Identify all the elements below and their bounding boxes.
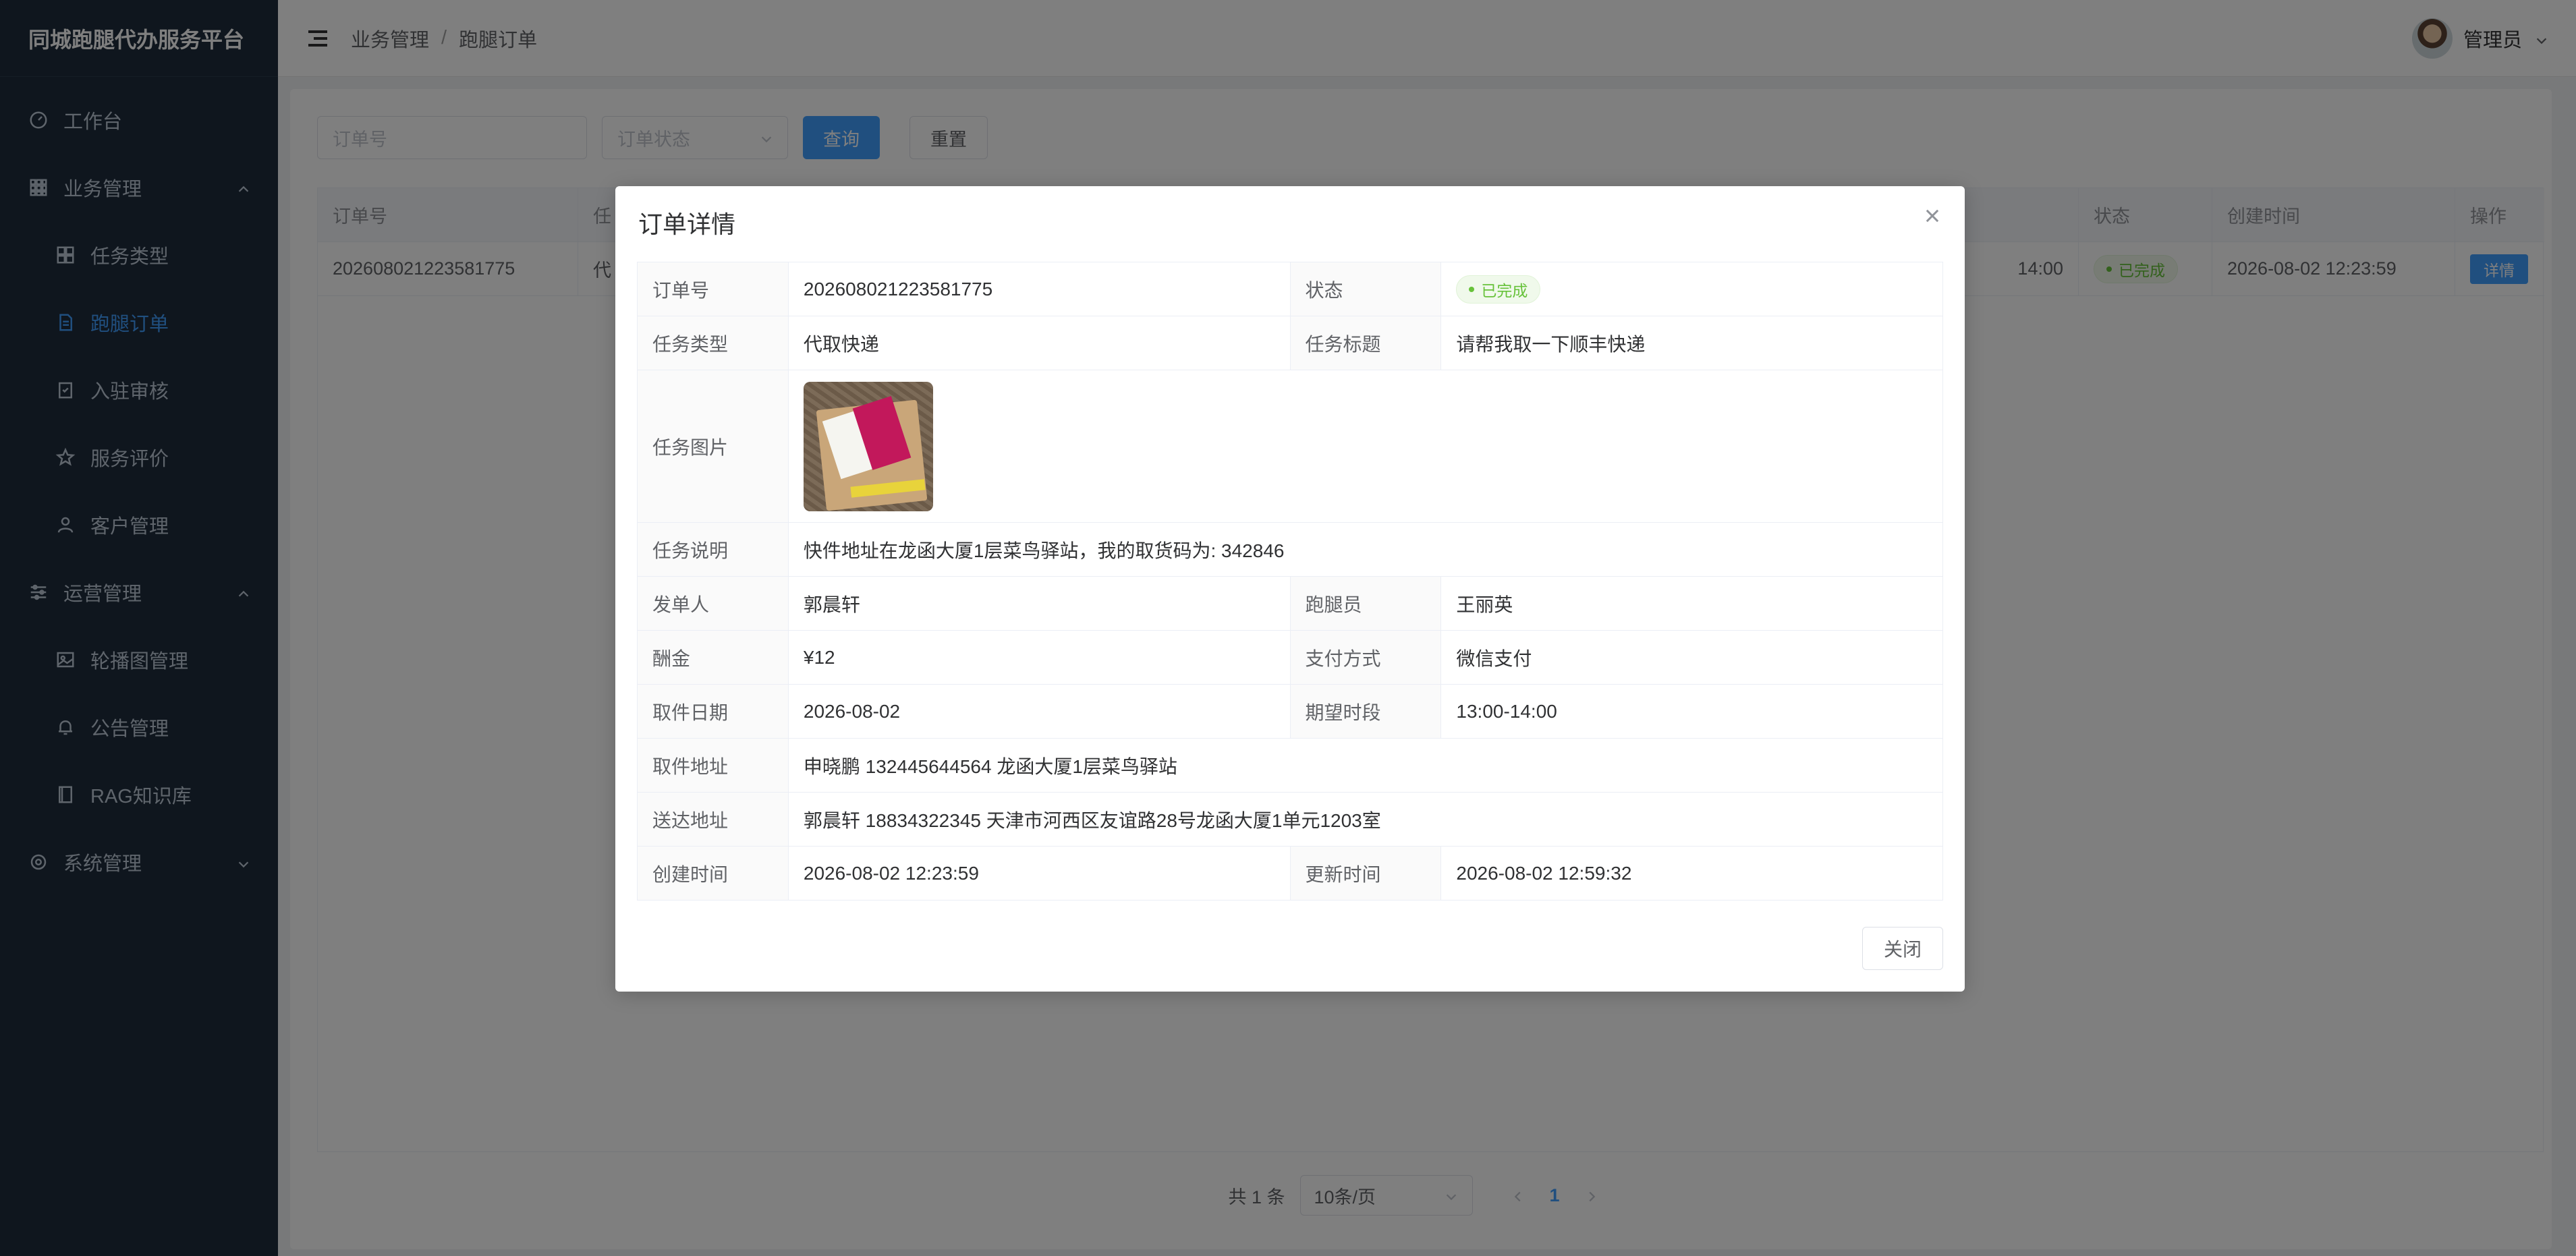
detail-value-status: 已完成 — [1441, 262, 1943, 316]
detail-value-type: 代取快递 — [789, 316, 1291, 370]
detail-label: 更新时间 — [1290, 847, 1442, 900]
detail-label: 取件日期 — [638, 685, 789, 738]
status-dot — [1469, 286, 1475, 292]
detail-value-desc: 快件地址在龙函大厦1层菜鸟驿站，我的取货码为: 342846 — [789, 523, 1943, 576]
detail-row: 取件日期 2026-08-02 期望时段 13:00-14:00 — [638, 685, 1943, 739]
detail-label: 期望时段 — [1290, 685, 1442, 738]
close-icon[interactable] — [1923, 206, 1942, 225]
detail-row: 发单人 郭晨轩 跑腿员 王丽英 — [638, 577, 1943, 631]
detail-label: 任务类型 — [638, 316, 789, 370]
detail-label: 酬金 — [638, 631, 789, 684]
detail-label: 状态 — [1290, 262, 1442, 316]
detail-value-updated: 2026-08-02 12:59:32 — [1441, 847, 1943, 900]
task-image[interactable] — [803, 381, 933, 511]
detail-value-period: 13:00-14:00 — [1441, 685, 1943, 738]
detail-value-delivery-addr: 郭晨轩 18834322345 天津市河西区友谊路28号龙函大厦1单元1203室 — [789, 793, 1943, 846]
detail-label: 支付方式 — [1290, 631, 1442, 684]
detail-label: 取件地址 — [638, 739, 789, 792]
detail-row: 任务类型 代取快递 任务标题 请帮我取一下顺丰快递 — [638, 316, 1943, 370]
detail-label: 任务说明 — [638, 523, 789, 576]
detail-value-created: 2026-08-02 12:23:59 — [789, 847, 1291, 900]
detail-label: 发单人 — [638, 577, 789, 630]
detail-row: 订单号 202608021223581775 状态 已完成 — [638, 262, 1943, 316]
detail-label: 送达地址 — [638, 793, 789, 846]
detail-value-reward: ¥12 — [789, 631, 1291, 684]
detail-value-runner: 王丽英 — [1441, 577, 1943, 630]
detail-value-order-no: 202608021223581775 — [789, 262, 1291, 316]
detail-value-image — [789, 370, 1943, 522]
detail-value-pickup-addr: 申晓鹏 132445644564 龙函大厦1层菜鸟驿站 — [789, 739, 1943, 792]
detail-label: 任务标题 — [1290, 316, 1442, 370]
detail-value-pay: 微信支付 — [1441, 631, 1943, 684]
detail-row: 任务图片 — [638, 370, 1943, 523]
detail-label: 任务图片 — [638, 370, 789, 522]
detail-label: 跑腿员 — [1290, 577, 1442, 630]
dialog-title: 订单详情 — [638, 210, 736, 238]
detail-value-pickup-date: 2026-08-02 — [789, 685, 1291, 738]
detail-value-task-title: 请帮我取一下顺丰快递 — [1441, 316, 1943, 370]
detail-label: 创建时间 — [638, 847, 789, 900]
detail-row: 酬金 ¥12 支付方式 微信支付 — [638, 631, 1943, 685]
close-button[interactable]: 关闭 — [1862, 927, 1943, 970]
detail-row: 任务说明 快件地址在龙函大厦1层菜鸟驿站，我的取货码为: 342846 — [638, 523, 1943, 577]
detail-value-sender: 郭晨轩 — [789, 577, 1291, 630]
status-text: 已完成 — [1481, 281, 1528, 299]
detail-row: 创建时间 2026-08-02 12:23:59 更新时间 2026-08-02… — [638, 847, 1943, 901]
detail-label: 订单号 — [638, 262, 789, 316]
detail-row: 取件地址 申晓鹏 132445644564 龙函大厦1层菜鸟驿站 — [638, 739, 1943, 793]
detail-descriptions: 订单号 202608021223581775 状态 已完成 任务类型 代取快递 … — [637, 262, 1943, 901]
order-detail-dialog: 订单详情 订单号 202608021223581775 状态 已完成 任务类型 … — [615, 186, 1965, 992]
status-badge: 已完成 — [1456, 275, 1541, 304]
detail-row: 送达地址 郭晨轩 18834322345 天津市河西区友谊路28号龙函大厦1单元… — [638, 793, 1943, 847]
